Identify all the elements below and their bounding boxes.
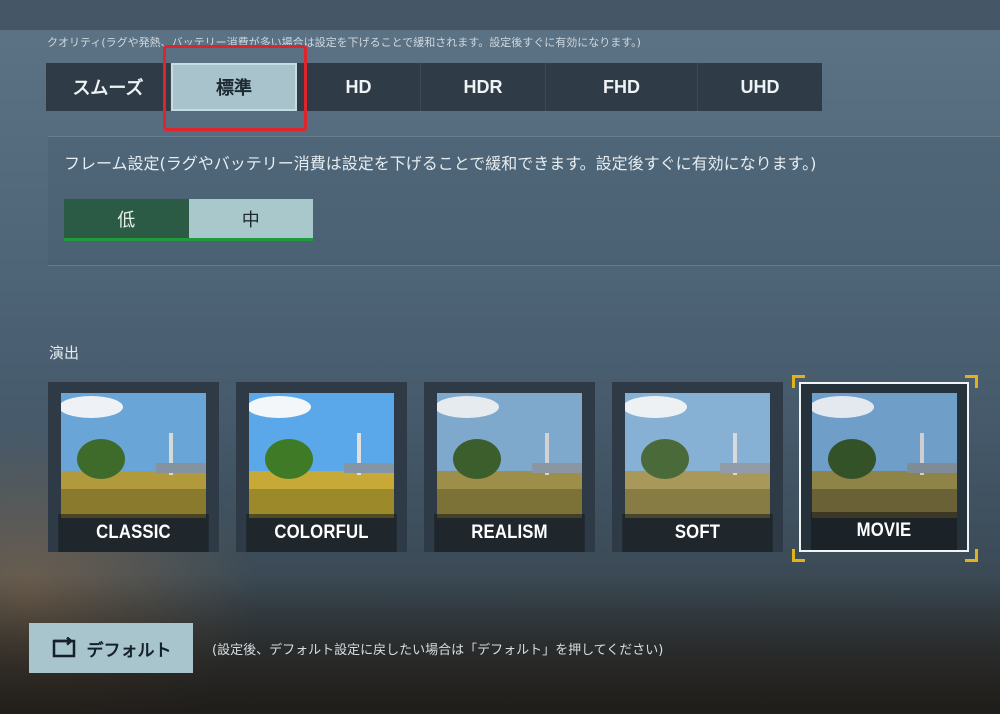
effect-card-movie[interactable]: MOVIE — [799, 382, 969, 552]
top-shade — [0, 0, 1000, 30]
default-note: (設定後、デフォルト設定に戻したい場合は「デフォルト」を押してください) — [212, 643, 664, 658]
effect-preview-image — [625, 393, 770, 518]
effect-preview-image — [812, 393, 957, 518]
effect-label-classic: CLASSIC — [58, 514, 209, 552]
effects-label: 演出 — [49, 344, 80, 362]
selection-corner-icon — [792, 375, 805, 388]
selection-corner-icon — [965, 375, 978, 388]
effect-card-classic[interactable]: CLASSIC — [48, 382, 219, 552]
quality-option-fhd[interactable]: FHD — [546, 63, 698, 111]
frame-option-low[interactable]: 低 — [64, 199, 189, 241]
effect-preview-image — [61, 393, 206, 518]
selection-corner-icon — [792, 549, 805, 562]
effects-selector: CLASSIC COLORFUL REALISM SOFT MOVIE — [48, 375, 988, 562]
effect-label-soft: SOFT — [622, 514, 773, 552]
frame-settings-title: フレーム設定(ラグやバッテリー消費は設定を下げることで緩和できます。設定後すぐに… — [64, 154, 817, 173]
quality-option-uhd[interactable]: UHD — [698, 63, 822, 111]
effect-card-soft[interactable]: SOFT — [612, 382, 783, 552]
effect-card-colorful[interactable]: COLORFUL — [236, 382, 407, 552]
effect-label-realism: REALISM — [434, 514, 585, 552]
effect-card-realism[interactable]: REALISM — [424, 382, 595, 552]
quality-option-hdr[interactable]: HDR — [421, 63, 546, 111]
effect-label-movie: MOVIE — [810, 512, 958, 550]
frame-rate-selector: 低 中 — [64, 199, 313, 241]
effect-preview-image — [249, 393, 394, 518]
quality-option-smooth[interactable]: スムーズ — [46, 63, 171, 111]
reset-icon — [51, 637, 77, 659]
selection-corner-icon — [965, 549, 978, 562]
frame-option-mid[interactable]: 中 — [188, 199, 313, 241]
default-button[interactable]: デフォルト — [29, 623, 193, 673]
effect-preview-image — [437, 393, 582, 518]
default-button-label: デフォルト — [86, 640, 172, 661]
quality-option-hd[interactable]: HD — [297, 63, 421, 111]
effect-label-colorful: COLORFUL — [246, 514, 397, 552]
quality-description: クオリティ(ラグや発熱、バッテリー消費が多い場合は設定を下げることで緩和されます… — [47, 36, 641, 49]
quality-option-standard[interactable]: 標準 — [171, 63, 297, 111]
quality-selector: スムーズ 標準 HD HDR FHD UHD — [46, 63, 822, 111]
